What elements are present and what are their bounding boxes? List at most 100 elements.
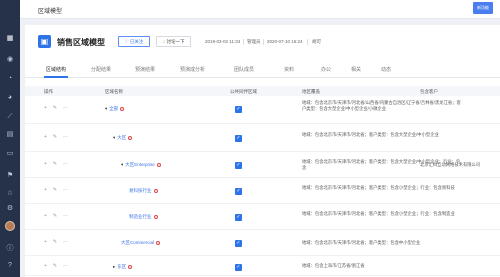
more-icon: ⋯ [63,187,69,193]
page-title: 区域模型 [38,9,63,15]
edit-icon: ✎ [52,239,58,245]
shared-checkbox[interactable]: ✓ [235,106,242,113]
alert-icon [156,162,161,167]
avatar[interactable] [5,221,15,231]
tab-team[interactable]: 团队成员 [232,63,256,78]
table-row[interactable]: + ✎ ⋯ 易科技行业 ✓ 地域：包含北京市/天津市/河北省；客户类型：包含小型企业… [25,178,500,204]
more-icon: ⋯ [63,239,69,245]
flag-icon[interactable]: ⚑ [6,172,14,180]
discuss-button[interactable]: ◌ 讨论一下 [156,36,191,47]
alert-icon [128,264,133,269]
shared-checkbox[interactable]: ✓ [235,214,242,221]
divider [263,39,264,45]
alert-icon [153,214,158,219]
edit-icon: ✎ [52,161,58,167]
shared-checkbox[interactable]: ✓ [235,135,242,142]
region-name[interactable]: ▸ 东区 [113,264,133,270]
table-row[interactable]: + ✎ ⋯ ▸ 东区 ✓ 地域：包含上海市/江苏省/浙江省 [25,256,500,276]
coverage-text: 地域：包含上海市/江苏省/浙江省 [302,263,365,268]
expand-icon: ▾ [105,106,108,111]
add-icon: + [44,213,47,219]
row-actions[interactable]: + ✎ ⋯ [44,213,74,219]
region-name[interactable]: ▾ 大区Enterprise [121,162,161,168]
more-icon: ⋯ [63,263,69,269]
updated-time: 2020-07-10 16:24 [267,39,303,44]
row-actions[interactable]: + ✎ ⋯ [44,239,74,245]
divider [243,39,244,45]
add-icon: + [44,105,47,111]
region-name[interactable]: 易科技行业 [129,188,158,194]
alert-icon [156,240,161,245]
expand-icon: ▾ [121,162,124,167]
new-feature-badge[interactable]: 新功能 [473,2,493,14]
add-icon: + [44,239,47,245]
table-row[interactable]: + ✎ ⋯ ▾ 大区 ✓ 地域：包含北京市/天津市/河北省；客户类型：包含大型企业/中… [25,124,500,152]
table-header: 操作 区域名称 公共同伴区域 地区覆盖 包含客户 [25,86,500,96]
alert-icon [153,188,158,193]
question-icon[interactable]: ? [6,262,14,270]
coverage-text: 地域：包含北京市/天津市/河北省/山西省/内蒙古自治区/辽宁省/吉林省/黑龙江省… [302,100,461,111]
expand-icon: ▸ [113,264,116,269]
coverage-text: 地域：包含北京市/天津市/河北省；客户类型：包含小型企业；行业：包含制造业 [302,211,455,216]
edit-icon: ✎ [52,263,58,269]
owner: 胡可 [312,39,321,44]
tab-allocation[interactable]: 分配结果 [89,63,113,78]
tab-preview[interactable]: 预演结果 [133,63,157,78]
region-name[interactable]: 大区Commercial [121,240,161,246]
coverage-text: 地域：包含北京市/天津市/河北省；客户类型：包含大型企业/中小型企业 [302,132,439,137]
edit-icon: ✎ [52,213,58,219]
sidebar: ▦ ◉ ◔ ◕ ⟋ ▤ ▭ ⚑ ☆ ⚙ ⓘ ? [0,0,20,277]
shared-checkbox[interactable]: ✓ [235,240,242,247]
table-row[interactable]: + ✎ ⋯ ▾ 全部 ✓ 地域：包含北京市/天津市/河北省/山西省/内蒙古自治区/辽宁… [25,96,500,124]
tab-office[interactable]: 办公 [319,63,333,78]
tab-docs[interactable]: 资料 [282,63,296,78]
alert-icon [120,106,125,111]
region-name[interactable]: 制造业行业 [129,214,158,220]
col-shared: 公共同伴区域 [230,89,257,94]
grid-icon[interactable]: ▦ [6,35,14,43]
more-icon: ⋯ [63,213,69,219]
tab-structure[interactable]: 区域结构 [44,63,69,78]
shared-checkbox[interactable]: ✓ [235,162,242,169]
alert-icon [128,135,133,140]
row-actions[interactable]: + ✎ ⋯ [44,187,74,193]
model-name: 销售区域模型 [57,38,105,47]
region-name[interactable]: ▾ 全部 [105,106,125,112]
row-actions[interactable]: + ✎ ⋯ [44,134,74,140]
shared-checkbox[interactable]: ✓ [235,188,242,195]
tab-related[interactable]: 相关 [349,63,363,78]
expand-icon: ▾ [113,135,116,140]
list-icon[interactable]: ▤ [6,131,14,139]
clock-icon[interactable]: ◔ [6,75,14,83]
add-icon: + [44,187,47,193]
col-cover: 地区覆盖 [302,89,320,94]
user-icon[interactable]: ◉ [6,56,14,64]
edit-icon: ✎ [52,105,58,111]
pie-icon[interactable]: ◕ [6,94,14,102]
table-row[interactable]: + ✎ ⋯ ▾ 大区Enterprise ✓ 地域：包含北京市/天津市/河北省；客户类… [25,152,500,178]
add-icon: + [44,134,47,140]
edit-icon: ✎ [52,187,58,193]
table-row[interactable]: + ✎ ⋯ 制造业行业 ✓ 地域：包含北京市/天津市/河北省；客户类型：包含小型企业… [25,204,500,230]
star-icon[interactable]: ☆ [6,190,14,198]
row-actions[interactable]: + ✎ ⋯ [44,161,74,167]
chart-line-icon[interactable]: ⟋ [6,113,14,121]
row-actions[interactable]: + ✎ ⋯ [44,105,74,111]
gear-icon[interactable]: ⚙ [6,205,14,213]
coverage-text: 地域：包含北京市/天津市/河北省；客户类型：包含小型企业；行业：包含易科技 [302,185,455,190]
main-panel: ▣ 销售区域模型 ♡ 已关注 ◌ 讨论一下 2019-03-02 11:34 管… [25,25,500,277]
row-actions[interactable]: + ✎ ⋯ [44,263,74,269]
tab-preview-analysis[interactable]: 预演成分析 [178,63,207,78]
shared-checkbox[interactable]: ✓ [235,264,242,271]
region-name[interactable]: ▾ 大区 [113,135,133,141]
table-row[interactable]: + ✎ ⋯ 大区Commercial ✓ 地域：包含北京市/天津市/河北省；客户类型… [25,230,500,256]
book-icon: ▣ [38,35,51,48]
follow-button[interactable]: ♡ 已关注 [118,36,150,47]
divider [307,39,308,45]
info-icon[interactable]: ⓘ [6,245,14,253]
more-icon: ⋯ [63,134,69,140]
col-client: 包含客户 [420,89,438,94]
more-icon: ⋯ [63,105,69,111]
monitor-icon[interactable]: ▭ [6,150,14,158]
tab-activity[interactable]: 动态 [379,63,393,78]
